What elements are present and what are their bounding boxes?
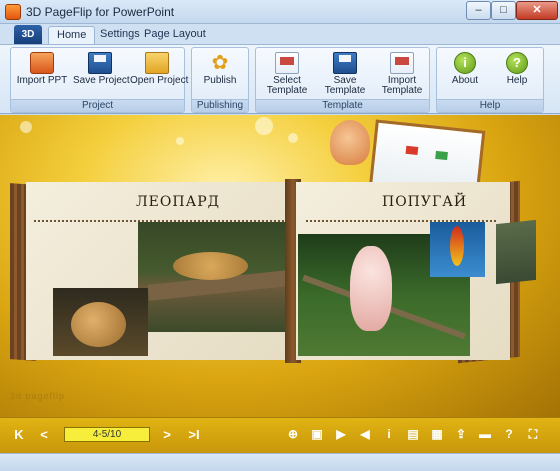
title-bar: 3D PageFlip for PowerPoint – □ ✕ bbox=[0, 0, 560, 24]
leopard-head-shape bbox=[71, 302, 126, 347]
autoplay-icon[interactable]: ▶ bbox=[333, 426, 349, 442]
publishing-group: ✿ Publish Publishing bbox=[191, 47, 249, 113]
open-project-button[interactable]: Open Project bbox=[130, 50, 189, 98]
status-bar bbox=[0, 453, 560, 471]
project-group: Import PPT Save Project Open Project Pro… bbox=[10, 47, 189, 113]
thumbnails-icon[interactable]: ▣ bbox=[309, 426, 325, 442]
easel-paint-mark bbox=[405, 145, 419, 155]
bokeh-light bbox=[288, 133, 298, 143]
save-icon bbox=[88, 52, 112, 74]
application-menu-button[interactable]: 3D bbox=[14, 25, 42, 44]
import-ppt-label: Import PPT bbox=[16, 75, 68, 86]
help-button[interactable]: ? Help bbox=[493, 50, 541, 98]
import-template-icon bbox=[390, 52, 414, 74]
next-page-button[interactable]: > bbox=[160, 427, 174, 443]
publish-icon: ✿ bbox=[211, 52, 229, 74]
ribbon: Import PPT Save Project Open Project Pro… bbox=[0, 44, 560, 114]
previous-page-button[interactable]: < bbox=[37, 427, 51, 443]
tab-home[interactable]: Home bbox=[48, 26, 96, 44]
save-template-label-2: Template bbox=[324, 85, 366, 96]
ribbon-tabs: 3D Home Settings Page Layout bbox=[0, 24, 560, 44]
macaw-shape bbox=[450, 226, 464, 266]
import-template-button[interactable]: Import Template bbox=[375, 50, 429, 98]
publishing-group-label: Publishing bbox=[192, 99, 248, 112]
left-page-title: ЛЕОПАРД bbox=[136, 194, 220, 210]
info-icon[interactable]: i bbox=[381, 426, 397, 442]
publish-button[interactable]: ✿ Publish bbox=[195, 50, 245, 98]
save-project-button[interactable]: Save Project bbox=[73, 50, 130, 98]
right-page-title: ПОПУГАЙ bbox=[382, 194, 468, 210]
flipbook[interactable]: ЛЕОПАРД ПОПУГАЙ bbox=[10, 179, 550, 364]
sound-icon[interactable]: ◀ bbox=[357, 426, 373, 442]
import-template-label-2: Template bbox=[381, 85, 423, 96]
maximize-button[interactable]: □ bbox=[491, 1, 516, 20]
bokeh-light bbox=[176, 137, 184, 145]
help-label: Help bbox=[506, 75, 528, 86]
leopard-photo bbox=[138, 222, 293, 332]
macaw-photo bbox=[430, 222, 485, 277]
help-icon[interactable]: ? bbox=[501, 426, 517, 442]
about-label: About bbox=[451, 75, 479, 86]
flipbook-toolbar: K < 4-5/10 > >I ⊕ ▣ ▶ ◀ i ▤ ▦ ⇪ ▬ ? ⛶ bbox=[0, 417, 560, 453]
about-button[interactable]: i About bbox=[441, 50, 489, 98]
template-group: Select Template Save Template Import Tem… bbox=[255, 47, 430, 113]
save-project-label: Save Project bbox=[73, 75, 130, 86]
select-template-icon bbox=[275, 52, 299, 74]
app-icon bbox=[5, 4, 21, 20]
stage-watermark: 3d pageflip bbox=[10, 391, 66, 401]
tab-page-layout[interactable]: Page Layout bbox=[136, 26, 214, 44]
background-girl-figure bbox=[330, 120, 370, 165]
select-template-label-2: Template bbox=[266, 85, 308, 96]
window-title: 3D PageFlip for PowerPoint bbox=[26, 5, 175, 19]
flipbook-stage[interactable]: ЛЕОПАРД ПОПУГАЙ 3d pageflip bbox=[0, 115, 560, 417]
download-icon[interactable]: ▬ bbox=[477, 426, 493, 442]
help-group: i About ? Help Help bbox=[436, 47, 544, 113]
help-icon: ? bbox=[506, 52, 528, 74]
publish-label: Publish bbox=[203, 75, 237, 86]
save-template-button[interactable]: Save Template bbox=[318, 50, 372, 98]
leopard-portrait-photo bbox=[53, 288, 148, 356]
print-icon[interactable]: ▤ bbox=[405, 426, 421, 442]
folder-icon bbox=[145, 52, 169, 74]
bokeh-light bbox=[255, 117, 273, 135]
share-icon[interactable]: ⇪ bbox=[453, 426, 469, 442]
leopard-shape bbox=[173, 252, 248, 280]
zoom-icon[interactable]: ⊕ bbox=[285, 426, 301, 442]
save-template-icon bbox=[333, 52, 357, 74]
import-ppt-icon bbox=[30, 52, 54, 74]
grid-icon[interactable]: ▦ bbox=[429, 426, 445, 442]
last-page-button[interactable]: >I bbox=[185, 427, 203, 443]
page-indicator-field[interactable]: 4-5/10 bbox=[64, 427, 150, 442]
project-group-label: Project bbox=[11, 99, 184, 112]
book-page-left[interactable]: ЛЕОПАРД bbox=[26, 182, 294, 360]
easel-paint-mark bbox=[435, 150, 448, 161]
fullscreen-icon[interactable]: ⛶ bbox=[525, 426, 541, 442]
close-button[interactable]: ✕ bbox=[516, 1, 558, 20]
help-group-label: Help bbox=[437, 99, 543, 112]
minimize-button[interactable]: – bbox=[466, 1, 491, 20]
next-page-edge-photo bbox=[496, 219, 536, 285]
import-ppt-button[interactable]: Import PPT bbox=[15, 50, 69, 98]
open-project-label: Open Project bbox=[130, 75, 189, 86]
template-group-label: Template bbox=[256, 99, 429, 112]
cockatoo-shape bbox=[350, 246, 392, 331]
select-template-button[interactable]: Select Template bbox=[260, 50, 314, 98]
first-page-button[interactable]: K bbox=[12, 427, 26, 443]
info-icon: i bbox=[454, 52, 476, 74]
bokeh-light bbox=[20, 121, 32, 133]
